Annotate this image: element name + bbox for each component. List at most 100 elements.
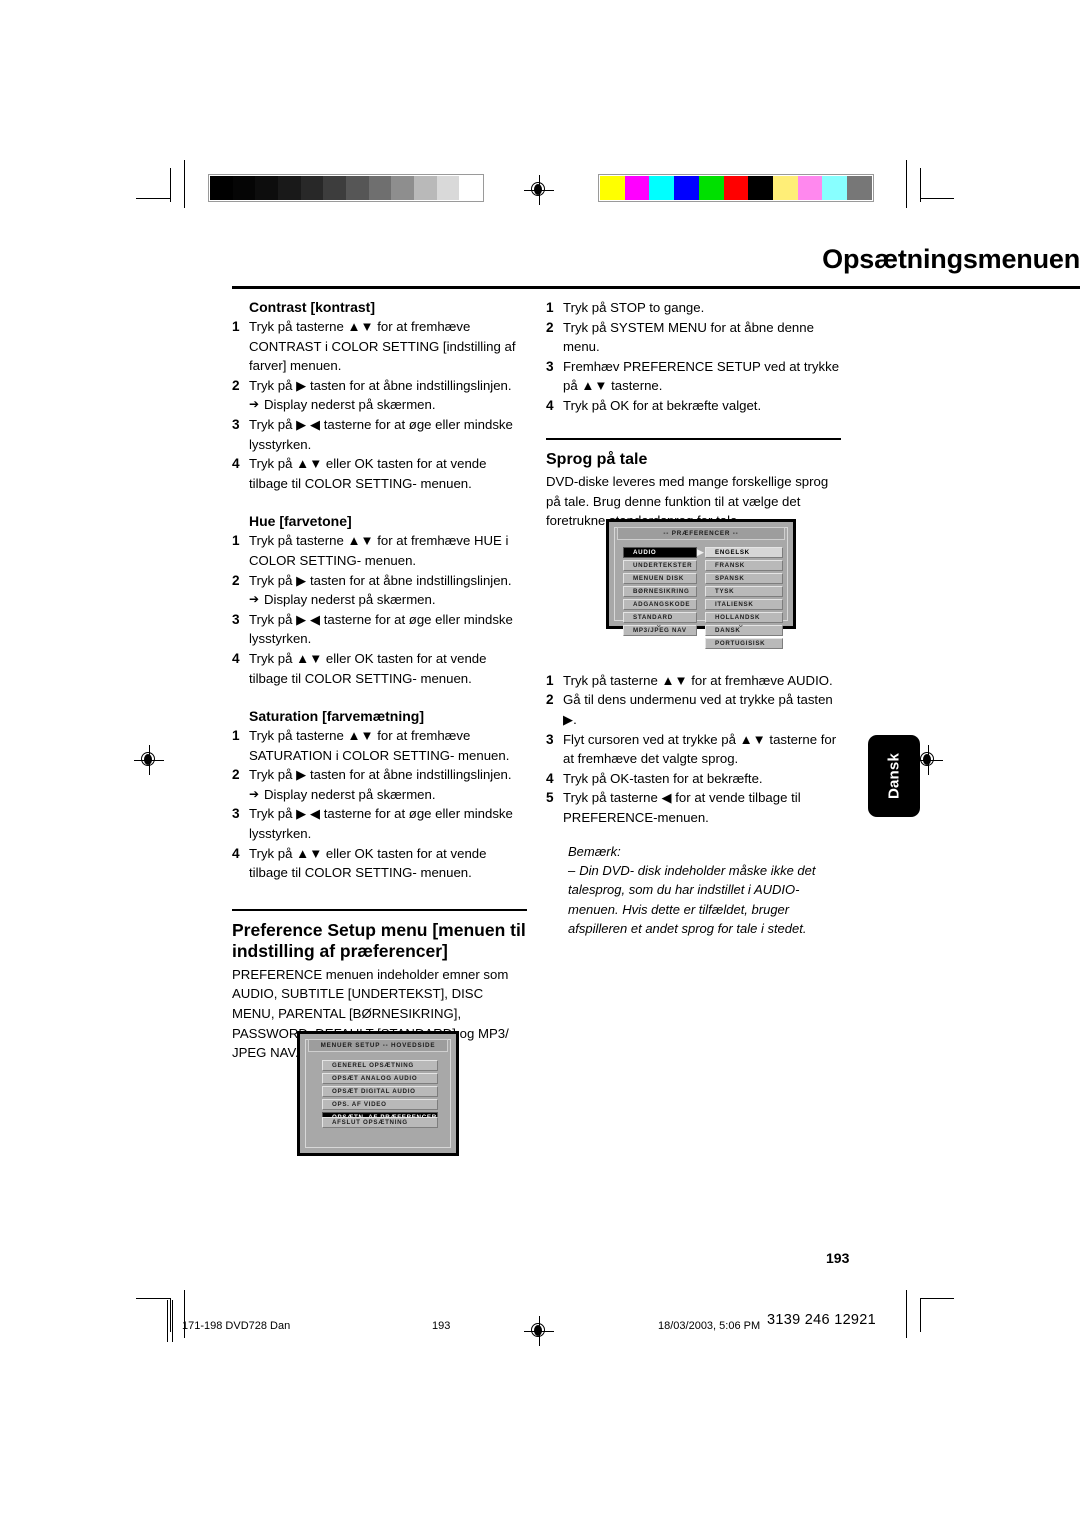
osd-menu-item[interactable]: AFSLUT OPSÆTNING (322, 1117, 438, 1128)
step-item: 2 Tryk på ▶ tasten for at åbne indstillin… (232, 571, 527, 610)
footer-doc-ref: 171-198 DVD728 Dan (182, 1320, 291, 1332)
step-number: 2 (546, 692, 554, 708)
section-heading-saturation: Saturation [farvemætning] (249, 708, 425, 725)
osd-menu-item[interactable]: AUDIO (623, 547, 697, 558)
calibration-swatch (210, 176, 233, 200)
step-item: 4 Tryk på ▲▼ eller OK tasten for at vende… (232, 454, 527, 493)
osd-menu-item[interactable]: ENGELSK (705, 547, 783, 558)
osd-main-item-list: GENEREL OPSÆTNING OPSÆT ANALOG AUDIO OPSÆT… (322, 1060, 438, 1125)
step-number: 1 (232, 533, 240, 549)
osd-menu-item[interactable]: PORTUGISISK (705, 638, 783, 649)
osd-menu-item[interactable]: BØRNESIKRING (623, 586, 697, 597)
calibration-swatch (255, 176, 278, 200)
step-text: Tryk på ▶ ◀ tasterne for at øge eller mi… (249, 806, 513, 842)
calibration-swatch (345, 176, 369, 200)
step-item: 4 Tryk på ▲▼ eller OK tasten for at vende… (232, 844, 527, 883)
substep-text: Display nederst på skærmen. (264, 592, 436, 608)
osd-pref-right-list: ENGELSK FRANSK SPANSK TYSK ITALIENSK HOLLANDS… (705, 547, 783, 651)
note-block: Bemærk: – Din DVD- disk indeholder måske … (568, 842, 841, 939)
calibration-swatch (323, 176, 346, 200)
calibration-swatch (649, 176, 675, 200)
step-text: Tryk på OK for at bekræfte valget. (563, 397, 762, 413)
substep-text: Display nederst på skærmen. (264, 397, 436, 413)
page-number: 193 (826, 1250, 850, 1266)
registration-mark-bottom (524, 1316, 554, 1346)
step-number: 4 (232, 845, 240, 861)
step-item: 4 Tryk på ▲▼ eller OK tasten for at vende… (232, 649, 527, 688)
calibration-swatch (698, 176, 724, 200)
steps-saturation: 1 Tryk på tasterne ▲▼ for at fremhæve SAT… (232, 726, 527, 883)
calibration-swatch (723, 176, 749, 200)
step-item: 2 Tryk på SYSTEM MENU for at åbne denne m… (546, 318, 841, 357)
left-column: Contrast [kontrast] 1 Tryk på tasterne ▲▼… (232, 298, 527, 1063)
steps-hue: 1 Tryk på tasterne ▲▼ for at fremhæve HUE… (232, 531, 527, 688)
osd-menu-item[interactable]: OPSÆT DIGITAL AUDIO (322, 1086, 438, 1097)
language-side-tab: Dansk (868, 735, 920, 817)
osd-menu-item[interactable]: UNDERTEKSTER (623, 560, 697, 571)
footer-part-number: 3139 246 12921 (767, 1312, 877, 1328)
step-text: Tryk på ▶ ◀ tasterne for at øge eller mi… (249, 611, 513, 647)
osd-menu-item[interactable]: FRANSK (705, 560, 783, 571)
osd-pref-right-chevron-down-icon: ⌄ (737, 619, 745, 629)
step-item: 2 Gå til dens undermenu ved at trykke på … (546, 690, 841, 729)
step-text: Gå til dens undermenu ved at trykke på t… (563, 692, 833, 728)
substep-text: Display nederst på skærmen. (264, 786, 436, 802)
osd-menu-item[interactable]: OPSÆT ANALOG AUDIO (322, 1073, 438, 1084)
step-item: 1 Tryk på STOP to gange. (546, 298, 841, 318)
osd-menu-item[interactable]: GENEREL OPSÆTNING (322, 1060, 438, 1071)
osd-menu-item[interactable]: OPS. AF VIDEO (322, 1099, 438, 1110)
color-calibration-bar (598, 174, 874, 202)
step-number: 4 (546, 770, 554, 786)
footer-rule-2 (172, 1300, 173, 1342)
section-heading-contrast: Contrast [kontrast] (249, 299, 376, 315)
osd-main-title: MENUER SETUP -- HOVEDSIDE (308, 1039, 448, 1052)
step-number: 5 (546, 790, 554, 806)
note-title: Bemærk: (568, 843, 621, 859)
osd-menu-item[interactable]: MENUEN DISK (623, 573, 697, 584)
osd-menu-item[interactable]: TYSK (705, 586, 783, 597)
calibration-swatch (277, 176, 301, 200)
page-title: Opsætningsmenuen (822, 244, 1080, 274)
step-substep: ➔ Display nederst på skærmen. (249, 395, 527, 415)
calibration-swatch (847, 176, 872, 200)
step-item: 2 Tryk på ▶ tasten for at åbne indstillin… (232, 765, 527, 804)
arrow-right-icon: ➔ (249, 592, 260, 607)
calibration-swatch (391, 176, 414, 200)
step-number: 3 (232, 806, 240, 822)
step-text: Tryk på STOP to gange. (563, 300, 705, 315)
step-item: 3 Tryk på ▶ ◀ tasterne for at øge eller m… (232, 804, 527, 843)
steps-contrast: 1 Tryk på tasterne ▲▼ for at fremhæve CON… (232, 317, 527, 493)
osd-menu-item[interactable]: ITALIENSK (705, 599, 783, 610)
note-dash: – (568, 863, 576, 878)
step-text: Tryk på SYSTEM MENU for at åbne denne me… (563, 319, 814, 355)
step-text: Tryk på ▶ tasten for at åbne indstilling… (249, 767, 512, 783)
calibration-swatch (773, 176, 798, 200)
calibration-swatch (232, 176, 256, 200)
step-text: Tryk på ▶ tasten for at åbne indstilling… (249, 377, 512, 393)
title-divider (232, 286, 1080, 289)
step-item: 4 Tryk på OK for at bekræfte valget. (546, 396, 841, 416)
step-text: Fremhæv PREFERENCE SETUP ved at trykke p… (563, 358, 840, 394)
step-text: Tryk på ▲▼ eller OK tasten for at vende … (249, 456, 487, 491)
step-text: Tryk på tasterne ▲▼ for at fremhæve HUE … (249, 533, 509, 568)
step-number: 3 (546, 731, 554, 747)
calibration-swatch (436, 176, 460, 200)
step-number: 1 (232, 728, 240, 744)
osd-menu-item[interactable]: ADGANGSKODE (623, 599, 697, 610)
steps-audio-language: 1 Tryk på tasterne ▲▼ for at fremhæve AUD… (546, 671, 841, 828)
step-text: Tryk på tasterne ▲▼ for at fremhæve SATU… (249, 728, 510, 763)
calibration-swatch (368, 176, 392, 200)
osd-menu-item[interactable]: SPANSK (705, 573, 783, 584)
step-item: 5 Tryk på tasterne ◀ for at vende tilbage… (546, 788, 841, 827)
osd-pref-title: -- PRÆFERENCER -- (617, 527, 785, 540)
step-item: 3 Tryk på ▶ ◀ tasterne for at øge eller m… (232, 415, 527, 454)
calibration-swatch (822, 176, 848, 200)
steps-open-preference-setup: 1 Tryk på STOP to gange. 2 Tryk på SYSTEM M… (546, 298, 841, 416)
step-number: 2 (232, 572, 240, 588)
note-text: – Din DVD- disk indeholder måske ikke det… (568, 861, 841, 939)
osd-pref-cursor-icon: ▶ (697, 547, 704, 557)
step-number: 3 (232, 416, 240, 432)
section-heading-hue: Hue [farvetone] (249, 513, 352, 530)
step-text: Tryk på ▶ tasten for at åbne indstilling… (249, 572, 512, 588)
step-number: 3 (232, 611, 240, 627)
